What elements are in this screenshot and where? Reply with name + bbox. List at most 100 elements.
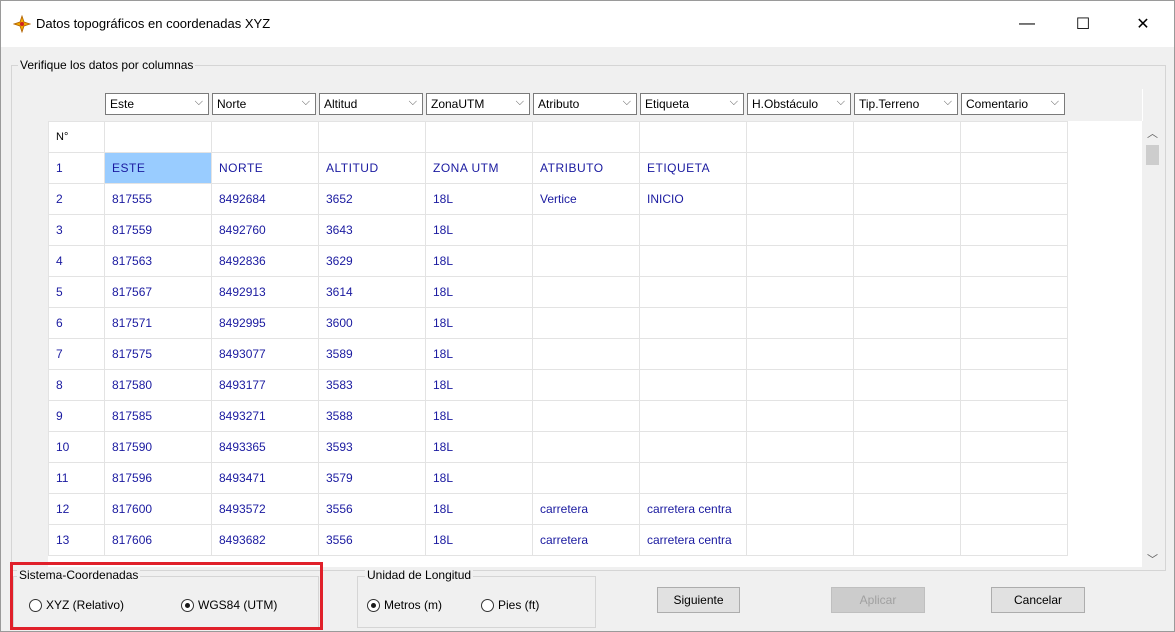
grid-cell[interactable]	[211, 121, 319, 153]
grid-cell[interactable]: 8492995	[211, 307, 319, 339]
grid-cell[interactable]: 817571	[104, 307, 212, 339]
grid-cell[interactable]: 3614	[318, 276, 426, 308]
grid-cell[interactable]: INICIO	[639, 183, 747, 215]
grid-cell[interactable]	[960, 245, 1068, 277]
grid-cell[interactable]: 8492836	[211, 245, 319, 277]
grid-cell[interactable]	[532, 431, 640, 463]
grid-cell[interactable]: 18L	[425, 400, 533, 432]
radio-metros[interactable]: Metros (m)	[367, 598, 442, 612]
grid-cell[interactable]	[639, 214, 747, 246]
grid-cell[interactable]: ZONA UTM	[425, 152, 533, 184]
grid-cell[interactable]	[746, 431, 854, 463]
column-selector-comentario[interactable]: Comentario ⌵	[961, 93, 1065, 115]
grid-cell[interactable]	[746, 338, 854, 370]
minimize-button[interactable]: —	[1004, 1, 1050, 47]
grid-cell[interactable]	[532, 369, 640, 401]
grid-cell[interactable]	[532, 307, 640, 339]
grid-cell[interactable]: 3593	[318, 431, 426, 463]
grid-cell[interactable]	[853, 276, 961, 308]
grid-cell[interactable]: 8492760	[211, 214, 319, 246]
grid-cell[interactable]	[960, 152, 1068, 184]
maximize-button[interactable]: ☐	[1060, 1, 1106, 47]
grid-cell[interactable]: 8492684	[211, 183, 319, 215]
grid-cell[interactable]: carretera centra	[639, 493, 747, 525]
grid-cell[interactable]: 18L	[425, 276, 533, 308]
grid-cell[interactable]: 817600	[104, 493, 212, 525]
grid-cell[interactable]	[746, 400, 854, 432]
grid-cell[interactable]: NORTE	[211, 152, 319, 184]
grid-cell[interactable]	[960, 462, 1068, 494]
grid-cell[interactable]: 817567	[104, 276, 212, 308]
grid-cell[interactable]: 18L	[425, 369, 533, 401]
grid-cell[interactable]: 817606	[104, 524, 212, 556]
scroll-up-icon[interactable]: ︿	[1142, 121, 1163, 141]
grid-cell[interactable]: 3629	[318, 245, 426, 277]
grid-cell[interactable]: 3589	[318, 338, 426, 370]
grid-cell[interactable]	[639, 462, 747, 494]
grid-cell[interactable]: Vertice	[532, 183, 640, 215]
grid-cell[interactable]: 817590	[104, 431, 212, 463]
grid-cell[interactable]	[746, 307, 854, 339]
grid-cell[interactable]	[853, 400, 961, 432]
grid-cell[interactable]: 8493077	[211, 338, 319, 370]
grid-cell[interactable]	[532, 338, 640, 370]
grid-cell[interactable]: 18L	[425, 245, 533, 277]
grid-cell[interactable]	[960, 369, 1068, 401]
grid-cell[interactable]	[853, 369, 961, 401]
grid-cell[interactable]	[960, 121, 1068, 153]
grid-cell[interactable]	[639, 307, 747, 339]
grid-cell[interactable]: 8493365	[211, 431, 319, 463]
grid-cell[interactable]: 18L	[425, 462, 533, 494]
grid-cell[interactable]: 3583	[318, 369, 426, 401]
radio-pies[interactable]: Pies (ft)	[481, 598, 539, 612]
grid-cell[interactable]	[532, 276, 640, 308]
grid-cell[interactable]: 3588	[318, 400, 426, 432]
grid-cell[interactable]: 18L	[425, 307, 533, 339]
grid-cell[interactable]: 18L	[425, 493, 533, 525]
grid-cell[interactable]	[853, 493, 961, 525]
grid-cell[interactable]	[853, 338, 961, 370]
grid-cell[interactable]	[746, 462, 854, 494]
grid-cell[interactable]	[746, 245, 854, 277]
grid-cell[interactable]	[425, 121, 533, 153]
grid-cell[interactable]	[639, 431, 747, 463]
grid-cell[interactable]: 18L	[425, 524, 533, 556]
grid-cell[interactable]	[746, 369, 854, 401]
grid-cell[interactable]: 817580	[104, 369, 212, 401]
grid-cell[interactable]	[746, 183, 854, 215]
grid-cell[interactable]	[960, 214, 1068, 246]
grid-cell[interactable]: 8492913	[211, 276, 319, 308]
grid-cell[interactable]	[532, 214, 640, 246]
grid-cell[interactable]	[532, 121, 640, 153]
vertical-scrollbar[interactable]: ︿ ﹀	[1142, 121, 1163, 567]
cancelar-button[interactable]: Cancelar	[991, 587, 1085, 613]
grid-cell[interactable]	[532, 400, 640, 432]
aplicar-button[interactable]: Aplicar	[831, 587, 925, 613]
grid-cell[interactable]: 3600	[318, 307, 426, 339]
grid-cell[interactable]: 3556	[318, 493, 426, 525]
grid-cell[interactable]: 3643	[318, 214, 426, 246]
scroll-down-icon[interactable]: ﹀	[1142, 547, 1163, 567]
grid-cell[interactable]: 8493177	[211, 369, 319, 401]
grid-cell[interactable]: 3556	[318, 524, 426, 556]
grid-cell[interactable]: 8493572	[211, 493, 319, 525]
grid-cell[interactable]	[853, 245, 961, 277]
grid-cell[interactable]	[853, 524, 961, 556]
grid-cell[interactable]: 817559	[104, 214, 212, 246]
column-selector-zonautm[interactable]: ZonaUTM ⌵	[426, 93, 530, 115]
grid-cell[interactable]	[853, 431, 961, 463]
column-selector-este[interactable]: Este ⌵	[105, 93, 209, 115]
grid-cell[interactable]	[853, 152, 961, 184]
grid-cell[interactable]	[532, 245, 640, 277]
grid-cell[interactable]	[746, 121, 854, 153]
grid-cell[interactable]: 817585	[104, 400, 212, 432]
grid-cell[interactable]	[318, 121, 426, 153]
grid-cell[interactable]	[746, 276, 854, 308]
grid-cell[interactable]: 18L	[425, 183, 533, 215]
grid-cell[interactable]	[960, 183, 1068, 215]
grid-cell[interactable]	[960, 431, 1068, 463]
grid-cell[interactable]: 18L	[425, 338, 533, 370]
column-selector-tip-terreno[interactable]: Tip.Terreno ⌵	[854, 93, 958, 115]
grid-cell[interactable]	[639, 245, 747, 277]
grid-cell[interactable]: 8493682	[211, 524, 319, 556]
